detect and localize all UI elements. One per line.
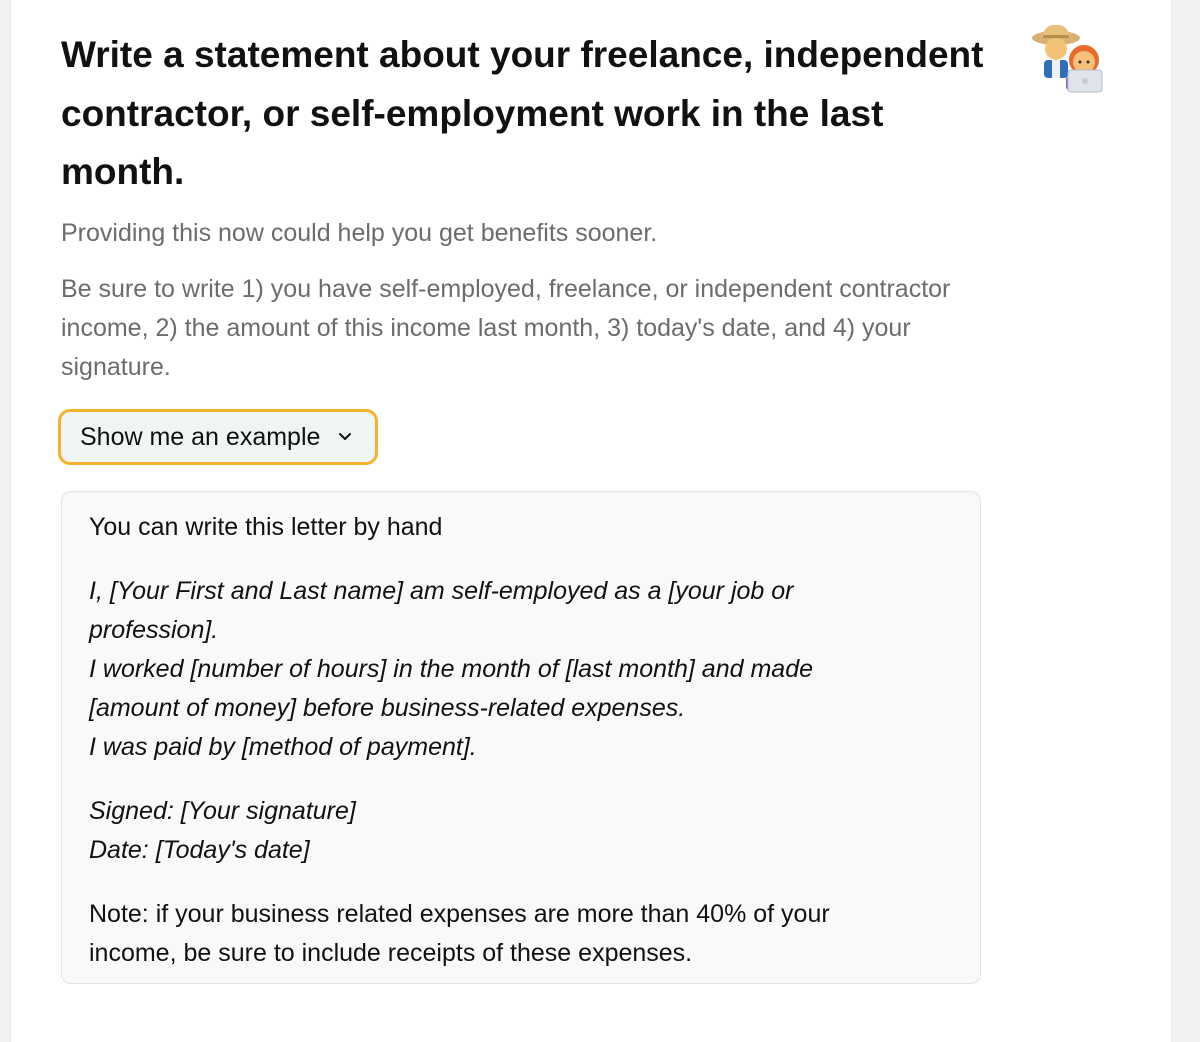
example-signature-block: Signed: [Your signature] Date: [Today's … xyxy=(89,792,980,870)
example-letter: I, [Your First and Last name] am self-em… xyxy=(89,572,889,767)
page-title: Write a statement about your freelance, … xyxy=(61,34,984,192)
letter-line-payment: I was paid by [method of payment]. xyxy=(89,733,477,761)
show-example-toggle[interactable]: Show me an example xyxy=(58,409,378,465)
signed-line: Signed: [Your signature] xyxy=(89,797,356,825)
expenses-note: Note: if your business related expenses … xyxy=(89,900,830,967)
example-intro: You can write this letter by hand xyxy=(89,513,443,541)
chevron-down-icon xyxy=(338,432,352,442)
example-panel: You can write this letter by hand I, [Yo… xyxy=(61,491,981,984)
freelancers-illustration-icon xyxy=(1026,22,1118,98)
benefit-subtext: Providing this now could help you get be… xyxy=(61,219,658,247)
date-line: Date: [Today's date] xyxy=(89,836,310,864)
letter-line-hours-income: I worked [number of hours] in the month … xyxy=(89,655,813,722)
letter-line-self-employed: I, [Your First and Last name] am self-em… xyxy=(89,577,794,644)
show-example-label: Show me an example xyxy=(80,422,321,451)
instructions-text: Be sure to write 1) you have self-employ… xyxy=(61,275,951,381)
